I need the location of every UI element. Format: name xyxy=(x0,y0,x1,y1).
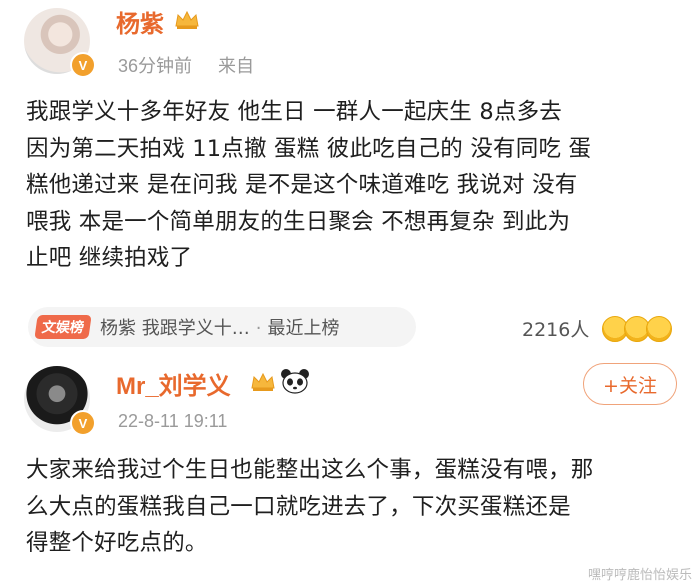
post-line: 大家来给我过个生日也能整出这么个事，蛋糕没有喂，那 xyxy=(26,457,594,483)
crown-icon xyxy=(251,372,275,391)
crown-icon xyxy=(175,10,199,29)
post-time: 36分钟前 xyxy=(118,56,193,76)
reaction-count: 2216人 xyxy=(522,319,590,341)
panda-icon xyxy=(281,369,309,394)
post-line: 糕他递过来 是在问我 是不是这个味道难吃 我说对 没有 xyxy=(26,172,578,199)
post-line: 我跟学义十多年好友 他生日 一群人一起庆生 8点多去 xyxy=(26,99,562,125)
post-body: 大家来给我过个生日也能整出这么个事，蛋糕没有喂，那 么大点的蛋糕我自己一口就吃进… xyxy=(26,452,678,562)
post-line: 因为第二天拍戏 11点撤 蛋糕 彼此吃自己的 没有同吃 蛋 xyxy=(26,135,592,162)
follow-button[interactable]: +关注 xyxy=(583,363,677,405)
author-name[interactable]: Mr_刘学义 xyxy=(116,366,231,401)
post-line: 得整个好吃点的。 xyxy=(26,530,208,557)
post-line: 喂我 本是一个简单朋友的生日聚会 不想再复杂 到此为 xyxy=(26,208,571,235)
hot-topic-status: 最近上榜 xyxy=(267,318,340,339)
verified-badge-icon: V xyxy=(70,52,96,78)
post-line: 止吧 继续拍戏了 xyxy=(26,245,193,272)
hot-topic-pill[interactable]: 文娱榜 杨紫 我跟学义十… · 最近上榜 xyxy=(28,307,416,347)
grin-emoji-icon xyxy=(646,316,672,342)
verified-badge-icon: V xyxy=(70,410,96,436)
hot-topic-title: 杨紫 我跟学义十… xyxy=(100,318,250,339)
watermark: 嘿哼哼鹿怡怡娱乐 xyxy=(587,568,692,583)
post-line: 么大点的蛋糕我自己一口就吃进去了，下次买蛋糕还是 xyxy=(26,493,571,520)
post-source: 来自 xyxy=(218,56,254,76)
hot-topic-separator: · xyxy=(255,318,262,339)
hot-topic-text: 杨紫 我跟学义十… · 最近上榜 xyxy=(100,314,339,340)
post-body: 我跟学义十多年好友 他生日 一群人一起庆生 8点多去 因为第二天拍戏 11点撤 … xyxy=(26,94,678,277)
post-time: 22-8-11 19:11 xyxy=(118,411,228,431)
author-name[interactable]: 杨紫 xyxy=(116,4,164,39)
hot-tag-badge: 文娱榜 xyxy=(34,315,92,339)
